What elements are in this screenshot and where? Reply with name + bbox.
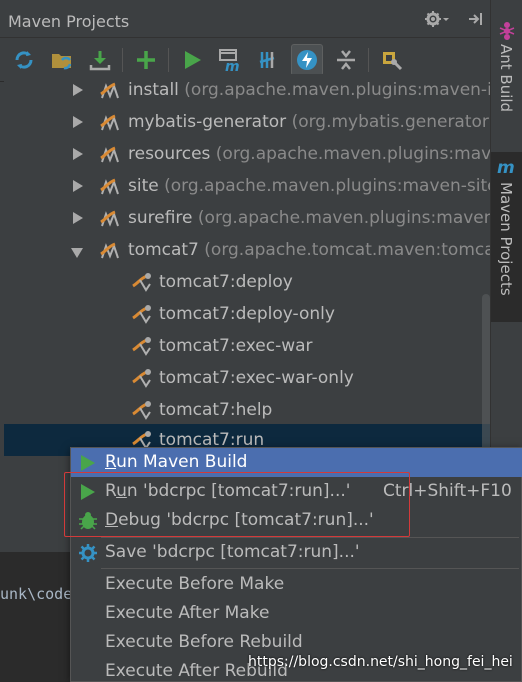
tree-node-goal[interactable]: tomcat7:help (4, 394, 490, 426)
settings-gear-icon (78, 543, 98, 563)
menu-mnemonic: u (116, 481, 127, 501)
toolbar-separator (122, 48, 123, 72)
goal-label: tomcat7:help (159, 400, 273, 420)
tree-node-plugin[interactable]: resources (org.apache.maven.plugins:mave (4, 138, 490, 170)
menu-item-label: n 'bdcrpc [tomcat7:run]...' (126, 481, 351, 501)
goal-label: tomcat7:exec-war-only (159, 368, 354, 388)
menu-item-execute-after-make[interactable]: Execute After Make (71, 599, 522, 628)
run-icon (78, 453, 98, 473)
plugin-icon (98, 110, 122, 134)
menu-item-label: Save 'bdcrpc [tomcat7:run]...' (105, 542, 360, 562)
menu-item-label: Execute After Make (105, 603, 270, 623)
skip-tests-icon[interactable] (291, 44, 323, 76)
menu-item-label: ebug 'bdcrpc [tomcat7:run]...' (118, 510, 374, 530)
panel-title: Maven Projects (8, 12, 130, 31)
watermark-text: https://blog.csdn.net/shi_hong_fei_hei (248, 654, 513, 670)
plugin-name: resources (128, 144, 211, 164)
tree-node-plugin-expanded[interactable]: tomcat7 (org.apache.tomcat.maven:tomca (4, 234, 490, 266)
execute-goal-icon[interactable]: m (214, 44, 246, 76)
tree-node-goal[interactable]: tomcat7:deploy (4, 266, 490, 298)
collapse-arrow-icon[interactable] (70, 244, 83, 258)
goal-icon (130, 334, 154, 358)
menu-item-save-config[interactable]: Save 'bdcrpc [tomcat7:run]...' (71, 538, 522, 567)
plugin-name: tomcat7 (128, 240, 199, 260)
tree-node-plugin[interactable]: surefire (org.apache.maven.plugins:maven (4, 202, 490, 234)
menu-mnemonic: D (105, 510, 119, 530)
ant-build-label: Ant Build (497, 44, 515, 113)
plugin-icon (98, 238, 122, 262)
goal-label: tomcat7:exec-war (159, 336, 313, 356)
ant-build-tab[interactable]: Ant Build (491, 14, 522, 134)
toggle-offline-icon[interactable] (252, 44, 284, 76)
tree-node-plugin[interactable]: install (org.apache.maven.plugins:maven-… (4, 74, 490, 106)
expand-arrow-icon[interactable] (72, 82, 84, 96)
goal-icon (130, 302, 154, 326)
plugin-detail: (org.apache.tomcat.maven:tomca (204, 240, 490, 260)
plugin-detail: (org.apache.maven.plugins:maven-i (184, 80, 490, 100)
plugin-icon (98, 142, 122, 166)
context-menu: Run Maven Build Run 'bdcrpc [tomcat7:run… (70, 447, 522, 682)
gear-icon[interactable] (424, 10, 450, 33)
menu-item-debug-config[interactable]: Debug 'bdcrpc [tomcat7:run]...' (71, 506, 522, 535)
toolbar-separator (168, 48, 169, 72)
menu-item-execute-before-make[interactable]: Execute Before Make (71, 570, 522, 599)
menu-shortcut: Ctrl+Shift+F10 (383, 481, 512, 501)
plugin-detail: (org.mybatis.generator (291, 112, 489, 132)
tree-node-goal[interactable]: tomcat7:deploy-only (4, 298, 490, 330)
add-icon[interactable] (130, 44, 162, 76)
menu-item-label: Execute Before Make (105, 574, 285, 594)
ant-icon (498, 20, 516, 44)
collapse-all-icon[interactable] (330, 44, 362, 76)
settings-icon[interactable] (376, 44, 408, 76)
goal-label: tomcat7:deploy-only (159, 304, 335, 324)
tree-node-goal[interactable]: tomcat7:exec-war-only (4, 362, 490, 394)
svg-text:m: m (225, 59, 240, 73)
goal-label: tomcat7:deploy (159, 272, 293, 292)
tree-node-plugin[interactable]: mybatis-generator (org.mybatis.generator (4, 106, 490, 138)
tree-node-plugin[interactable]: site (org.apache.maven.plugins:maven-sit… (4, 170, 490, 202)
menu-mnemonic: R (105, 452, 117, 472)
plugin-icon (98, 206, 122, 230)
toolbar-separator (368, 48, 369, 72)
goal-icon (130, 366, 154, 390)
expand-arrow-icon[interactable] (72, 146, 84, 160)
plugin-icon (98, 174, 122, 198)
maven-projects-label: Maven Projects (497, 182, 515, 296)
plugin-name: site (128, 176, 159, 196)
menu-item-label: Execute Before Rebuild (105, 632, 303, 652)
maven-projects-tab[interactable]: m Maven Projects (491, 152, 522, 322)
download-icon[interactable] (84, 44, 116, 76)
plugin-detail: (org.apache.maven.plugins:maven (197, 208, 490, 228)
expand-arrow-icon[interactable] (72, 210, 84, 224)
goal-icon (130, 270, 154, 294)
plugin-name: mybatis-generator (128, 112, 287, 132)
menu-item-run-config[interactable]: Run 'bdcrpc [tomcat7:run]...' Ctrl+Shift… (71, 477, 522, 506)
run-icon (78, 482, 98, 502)
menu-item-label: un Maven Build (116, 452, 248, 472)
menu-separator (101, 568, 519, 569)
goal-icon (130, 398, 154, 422)
plugin-name: install (128, 80, 179, 100)
plugin-name: surefire (128, 208, 193, 228)
panel-header: Maven Projects (0, 0, 490, 38)
plugin-icon (98, 78, 122, 102)
plugin-detail: (org.apache.maven.plugins:mave (215, 144, 490, 164)
tree-node-goal[interactable]: tomcat7:exec-war (4, 330, 490, 362)
generate-sources-icon[interactable] (46, 44, 78, 76)
menu-item-prefix: R (105, 481, 117, 501)
menu-item-run-maven-build[interactable]: Run Maven Build (71, 448, 522, 477)
editor-path-text: unk\code (0, 585, 73, 603)
plugin-detail: (org.apache.maven.plugins:maven-site (164, 176, 490, 196)
menu-item-execute-before-rebuild[interactable]: Execute Before Rebuild (71, 628, 522, 657)
debug-bug-icon (78, 511, 98, 531)
maven-icon: m (497, 158, 515, 178)
hide-panel-icon[interactable] (466, 10, 484, 28)
editor-area (0, 552, 70, 682)
reimport-icon[interactable] (8, 44, 40, 76)
run-icon[interactable] (176, 44, 208, 76)
expand-arrow-icon[interactable] (72, 178, 84, 192)
expand-arrow-icon[interactable] (72, 114, 84, 128)
